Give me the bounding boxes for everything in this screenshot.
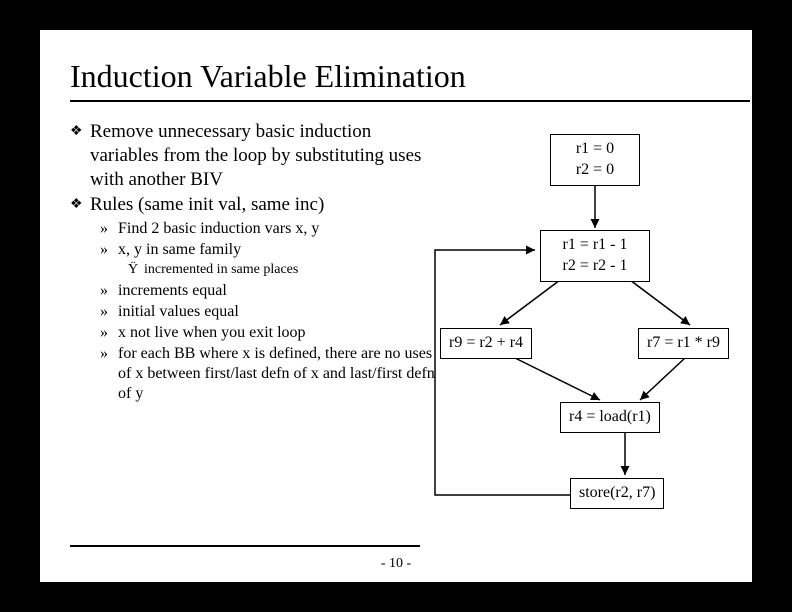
bullet-text: increments equal — [118, 281, 440, 301]
subsub-bullet-item: Ÿ incremented in same places — [128, 261, 440, 279]
raquo-bullet-icon: » — [100, 344, 118, 404]
diagram-box-init: r1 = 0 r2 = 0 — [550, 134, 640, 186]
page-title: Induction Variable Elimination — [70, 58, 466, 95]
bullet-item: ❖ Rules (same init val, same inc) — [70, 193, 440, 217]
box-line: r7 = r1 * r9 — [647, 334, 720, 351]
box-line: r9 = r2 + r4 — [449, 334, 523, 351]
diagram-box-decrement: r1 = r1 - 1 r2 = r2 - 1 — [540, 230, 650, 282]
box-line: r2 = 0 — [559, 160, 631, 181]
diagram-box-load: r4 = load(r1) — [560, 402, 660, 433]
bullet-item: ❖ Remove unnecessary basic induction var… — [70, 120, 440, 191]
bullet-text: Remove unnecessary basic induction varia… — [90, 120, 440, 191]
raquo-bullet-icon: » — [100, 240, 118, 260]
bullet-text: initial values equal — [118, 302, 440, 322]
y-bullet-icon: Ÿ — [128, 261, 144, 279]
bullet-text: x not live when you exit loop — [118, 323, 440, 343]
diagram-box-r9: r9 = r2 + r4 — [440, 328, 532, 359]
slide: Induction Variable Elimination ❖ Remove … — [40, 30, 752, 582]
box-line: r1 = 0 — [559, 139, 631, 160]
title-underline — [70, 100, 750, 102]
bullet-list: ❖ Remove unnecessary basic induction var… — [70, 120, 440, 405]
sub-bullet-item: » for each BB where x is defined, there … — [100, 344, 440, 404]
diagram-box-store: store(r2, r7) — [570, 478, 664, 509]
box-line: store(r2, r7) — [579, 484, 655, 501]
sub-bullet-item: » increments equal — [100, 281, 440, 301]
bullet-text: Find 2 basic induction vars x, y — [118, 219, 440, 239]
sub-bullet-item: » x not live when you exit loop — [100, 323, 440, 343]
page-number: - 10 - — [40, 556, 752, 572]
bullet-text: for each BB where x is defined, there ar… — [118, 344, 440, 404]
diamond-bullet-icon: ❖ — [70, 120, 90, 191]
raquo-bullet-icon: » — [100, 219, 118, 239]
raquo-bullet-icon: » — [100, 323, 118, 343]
box-line: r2 = r2 - 1 — [549, 256, 641, 277]
raquo-bullet-icon: » — [100, 302, 118, 322]
box-line: r1 = r1 - 1 — [549, 235, 641, 256]
raquo-bullet-icon: » — [100, 281, 118, 301]
bullet-text: x, y in same family — [118, 240, 440, 260]
flow-diagram: r1 = 0 r2 = 0 r1 = r1 - 1 r2 = r2 - 1 r9… — [440, 120, 750, 540]
diagram-box-r7: r7 = r1 * r9 — [638, 328, 729, 359]
sub-bullet-item: » initial values equal — [100, 302, 440, 322]
diamond-bullet-icon: ❖ — [70, 193, 90, 217]
sub-bullet-item: » Find 2 basic induction vars x, y — [100, 219, 440, 239]
bullet-text: Rules (same init val, same inc) — [90, 193, 440, 217]
footer-line — [70, 545, 420, 547]
box-line: r4 = load(r1) — [569, 408, 651, 425]
bullet-text: incremented in same places — [144, 261, 440, 279]
sub-bullet-item: » x, y in same family — [100, 240, 440, 260]
